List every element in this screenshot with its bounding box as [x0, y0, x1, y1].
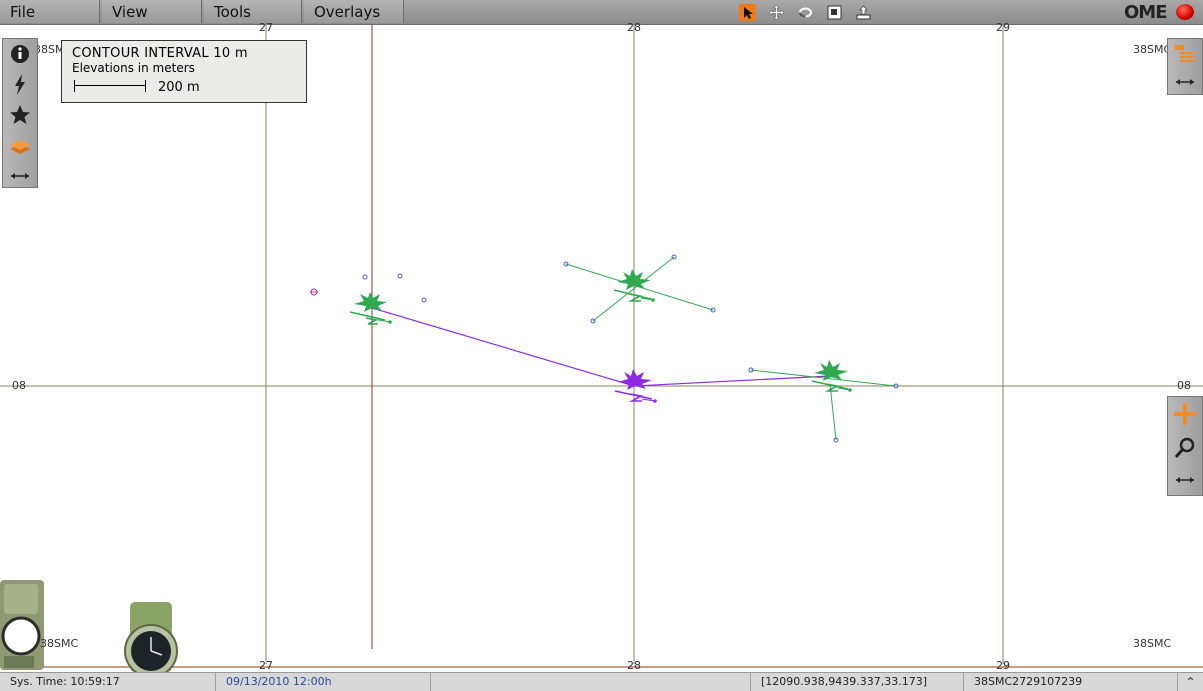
cursor-coordinates: [12090.938,9439.337,33.173] — [751, 673, 964, 691]
unit-a[interactable] — [349, 292, 392, 325]
lightning-icon[interactable] — [7, 71, 33, 97]
layer-list-icon[interactable] — [1172, 41, 1198, 67]
app-logo: OME — [1124, 2, 1168, 23]
waypoint-marker[interactable] — [362, 274, 368, 280]
scale-bar — [74, 80, 146, 92]
info-icon[interactable] — [7, 41, 33, 67]
fit-icon[interactable] — [826, 4, 843, 21]
record-icon[interactable] — [1176, 4, 1194, 20]
left-tool-panel — [2, 38, 38, 188]
menu-file[interactable]: File — [0, 0, 100, 23]
watch-icon[interactable] — [124, 602, 178, 672]
waypoint-marker[interactable] — [421, 297, 427, 303]
easting-label-29-bottom: 29 — [996, 659, 1010, 672]
easting-label-27-top: 27 — [259, 21, 273, 34]
right-top-panel — [1167, 38, 1203, 95]
rotate-icon[interactable] — [797, 4, 814, 21]
system-time: Sys. Time: 10:59:17 — [0, 673, 216, 691]
unit-d[interactable] — [750, 360, 897, 441]
northing-label-right: 08 — [1177, 379, 1191, 392]
mgrs-readout: 38SMC2729107239 — [964, 673, 1178, 691]
zoom-in-icon[interactable] — [1172, 401, 1198, 427]
layers-icon[interactable] — [7, 133, 33, 159]
elevation-units-text: Elevations in meters — [72, 61, 195, 75]
unit-b[interactable] — [565, 256, 714, 322]
easting-label-28-top: 28 — [627, 21, 641, 34]
zoom-search-icon[interactable] — [1172, 435, 1198, 461]
zone-label-top-right: 38SMC — [1133, 43, 1172, 56]
menu-bar: File View Tools Overlays OME — [0, 0, 1203, 25]
waypoint-marker[interactable] — [397, 273, 403, 279]
easting-label-28-bottom: 28 — [627, 659, 641, 672]
chevron-up-icon[interactable]: ⌃ — [1178, 673, 1203, 691]
pan-icon[interactable] — [768, 4, 785, 21]
resize-icon[interactable] — [7, 163, 33, 189]
contour-interval-text: CONTOUR INTERVAL 10 m — [72, 46, 248, 61]
compass-icon[interactable] — [0, 580, 44, 670]
resize-icon[interactable] — [1172, 69, 1198, 95]
northing-label-left: 08 — [12, 379, 26, 392]
menu-tools[interactable]: Tools — [204, 0, 302, 23]
easting-label-29-top: 29 — [996, 21, 1010, 34]
menu-overlays[interactable]: Overlays — [304, 0, 404, 23]
status-bar: Sys. Time: 10:59:17 09/13/2010 12:00h [1… — [0, 672, 1203, 691]
map-canvas[interactable] — [0, 24, 1203, 672]
route-line — [633, 375, 831, 387]
right-zoom-panel — [1167, 396, 1203, 496]
scale-bar-label: 200 m — [158, 80, 200, 95]
scenario-date: 09/13/2010 12:00h — [216, 673, 431, 691]
easting-label-27-bottom: 27 — [259, 659, 273, 672]
pointer-icon[interactable] — [739, 4, 756, 21]
status-empty — [431, 673, 751, 691]
export-icon[interactable] — [855, 4, 872, 21]
star-icon[interactable] — [7, 102, 33, 128]
zone-label-bottom-right: 38SMC — [1133, 637, 1172, 650]
zone-label-bottom-left: 38SMC — [40, 637, 79, 650]
map-legend: CONTOUR INTERVAL 10 m Elevations in mete… — [61, 40, 307, 103]
small-marker[interactable] — [310, 288, 318, 296]
resize-icon[interactable] — [1172, 467, 1198, 493]
menu-view[interactable]: View — [102, 0, 202, 23]
